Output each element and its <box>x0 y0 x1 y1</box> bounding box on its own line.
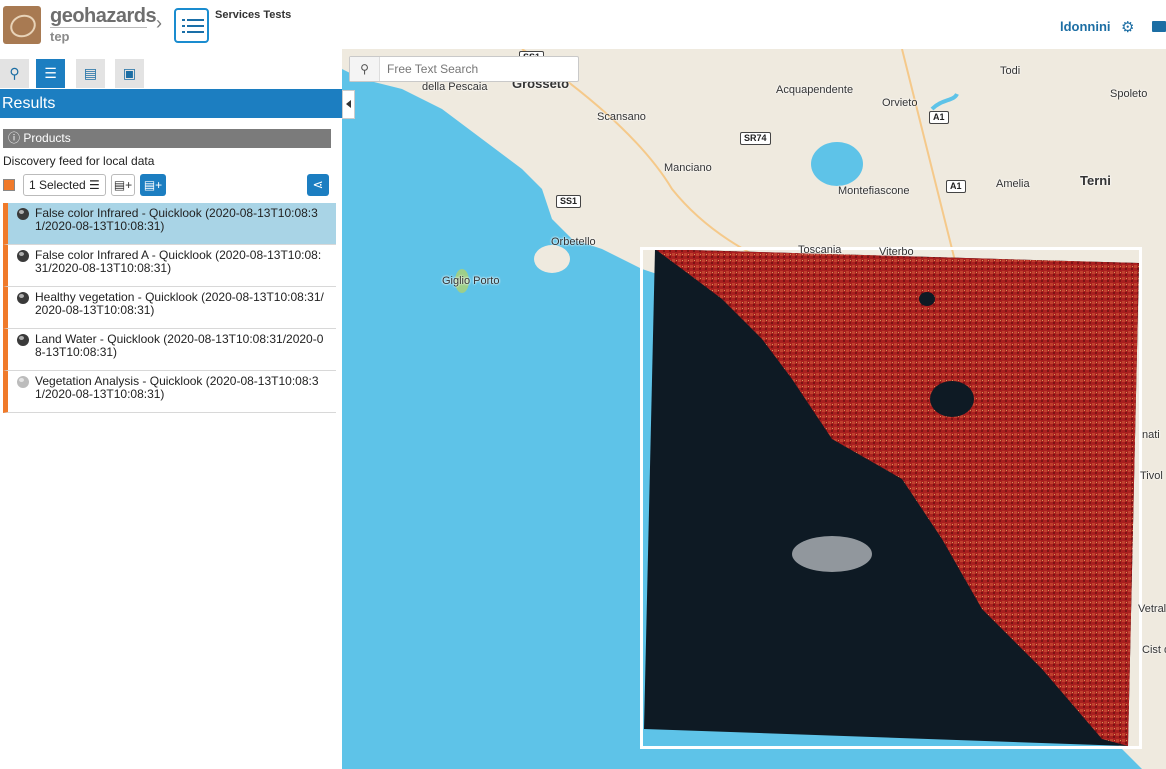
list-item[interactable]: Vegetation Analysis - Quicklook (2020-08… <box>3 371 336 413</box>
search-input[interactable] <box>381 58 576 80</box>
archive-icon: ▣ <box>122 65 137 81</box>
search-icon: ⚲ <box>9 65 20 81</box>
chevron-right-icon: › <box>156 13 162 33</box>
list-icon: ☰ <box>44 65 57 81</box>
selected-dropdown-button[interactable]: 1 Selected ☰ <box>23 174 106 196</box>
basket-add-icon: ▤+ <box>143 178 163 192</box>
select-all-checkbox[interactable] <box>3 179 15 191</box>
place-label: Manciano <box>664 162 712 174</box>
road-shield: SS1 <box>556 195 582 208</box>
sidebar: ⚲ ☰ ▤ ▣ Results ⓘ Products Discovery fee… <box>0 49 342 769</box>
list-item[interactable]: False color Infrared - Quicklook (2020-0… <box>3 203 336 245</box>
globe-icon <box>17 292 29 304</box>
info-icon: ⓘ <box>8 131 24 145</box>
place-label: della Pescaia <box>422 81 488 93</box>
globe-icon <box>17 376 29 388</box>
place-label: Spoleto <box>1110 88 1148 100</box>
place-label: Viterbo <box>879 246 914 258</box>
list-item[interactable]: False color Infrared A - Quicklook (2020… <box>3 245 336 287</box>
road-shield: A1 <box>946 180 966 193</box>
argentario-promontory <box>534 245 570 273</box>
basket-add-icon: ▤+ <box>113 178 133 192</box>
globe-icon <box>17 250 29 262</box>
result-title-line2: 31/2020-08-13T10:08:31) <box>35 261 172 275</box>
brand-subtitle: tep <box>50 29 70 44</box>
lake-bolsena <box>811 142 863 186</box>
list-item[interactable]: Land Water - Quicklook (2020-08-13T10:08… <box>3 329 336 371</box>
result-title-line2: 1/2020-08-13T10:08:31) <box>35 219 165 233</box>
map-view[interactable]: Grosseto della Pescaia Scansano Acquapen… <box>342 49 1166 769</box>
place-label: Acquapendente <box>776 84 854 96</box>
services-tests-icon[interactable] <box>174 8 209 43</box>
brand-divider <box>50 27 147 28</box>
road-shield: A1 <box>929 111 949 124</box>
results-title: Results <box>0 89 342 118</box>
globe-icon <box>17 208 29 220</box>
user-menu-link[interactable]: ldonnini <box>1060 19 1111 34</box>
place-label: Amelia <box>996 178 1030 190</box>
place-label: Tivol <box>1140 470 1163 482</box>
search-icon[interactable]: ⚲ <box>350 57 380 81</box>
place-label: Cist di La <box>1142 644 1166 656</box>
place-label: Orbetello <box>551 236 596 248</box>
gear-icon[interactable]: ⚙ <box>1121 18 1134 36</box>
road-shield: SR74 <box>740 132 771 145</box>
place-label: Terni <box>1080 173 1111 188</box>
result-list: False color Infrared - Quicklook (2020-0… <box>3 203 336 413</box>
app-title[interactable]: Services Tests <box>215 9 291 21</box>
map-search-box: ⚲ <box>349 56 579 82</box>
geohazards-logo[interactable] <box>3 6 41 44</box>
place-label: Montefiascone <box>838 185 910 197</box>
collapse-sidebar-button[interactable] <box>342 90 355 119</box>
tab-basket[interactable]: ▤ <box>76 59 105 88</box>
place-label: Giglio Porto <box>442 275 500 287</box>
feed-description: Discovery feed for local data <box>3 154 155 168</box>
add-all-to-basket-button[interactable]: ▤+ <box>140 174 166 196</box>
place-label: nati <box>1142 429 1160 441</box>
add-to-basket-button[interactable]: ▤+ <box>111 174 135 196</box>
brand-name[interactable]: geohazards <box>50 5 157 28</box>
globe-icon <box>17 334 29 346</box>
result-title-line2: 8-13T10:08:31) <box>35 345 118 359</box>
place-label: Todi <box>1000 65 1021 77</box>
top-header: geohazards tep › Services Tests ldonnini… <box>0 0 1166 49</box>
quicklook-footprint[interactable] <box>640 247 1142 749</box>
list-item[interactable]: Healthy vegetation - Quicklook (2020-08-… <box>3 287 336 329</box>
place-label: Orvieto <box>882 97 918 109</box>
share-icon: ⋖ <box>312 177 324 192</box>
tab-results[interactable]: ☰ <box>36 59 65 88</box>
mail-icon[interactable] <box>1152 21 1166 32</box>
products-header[interactable]: ⓘ Products <box>3 129 331 148</box>
place-label: Toscania <box>798 244 842 256</box>
products-label: Products <box>23 131 71 145</box>
share-button[interactable]: ⋖ <box>307 174 329 196</box>
place-label: Scansano <box>597 111 646 123</box>
basket-icon: ▤ <box>83 65 98 81</box>
tab-search[interactable]: ⚲ <box>0 59 29 88</box>
result-title-line2: 2020-08-13T10:08:31) <box>35 303 155 317</box>
place-label: Vetral <box>1138 603 1166 615</box>
tab-archive[interactable]: ▣ <box>115 59 144 88</box>
result-title-line2: 1/2020-08-13T10:08:31) <box>35 387 165 401</box>
